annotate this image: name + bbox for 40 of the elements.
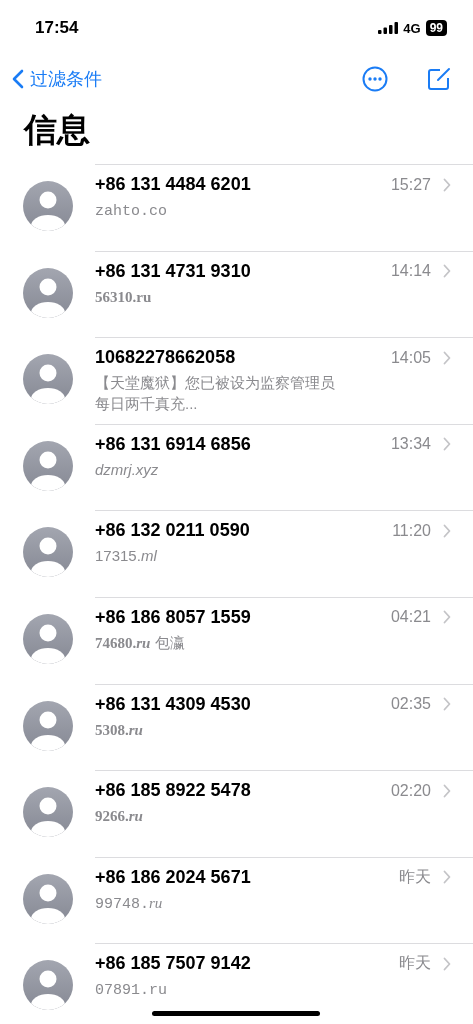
back-button[interactable]: 过滤条件 [12,67,102,91]
battery-indicator: 99 [425,20,447,36]
avatar-icon [22,440,73,491]
signal-icon [378,22,399,34]
back-chevron-icon [12,69,24,89]
chevron-icon [443,783,451,798]
conversation-item[interactable]: +86 186 2024 5671 昨天 99748.ru [95,856,473,944]
conversation-item[interactable]: +86 131 4484 6201 15:27 zahto.co [95,164,473,251]
status-time: 17:54 [35,18,79,38]
avatar-icon [22,354,73,405]
avatar-icon [22,527,73,578]
chevron-icon [443,523,451,538]
compose-icon [426,66,451,92]
chevron-icon [443,350,451,365]
network-label: 4G [403,20,421,36]
avatar-icon [22,873,73,924]
avatar-icon [22,267,73,318]
conversation-item[interactable]: +86 131 6914 6856 13:34 dzmrj.xyz [95,423,473,511]
chevron-icon [443,697,451,712]
conversation-item[interactable]: +86 131 4731 9310 14:14 56310.ru [95,250,473,338]
chevron-icon [443,177,451,192]
conversation-item[interactable]: 10682278662058 14:05 【天堂魔狱】您已被设为监察管理员每日两千真充... [95,337,473,424]
chevron-icon [443,956,451,971]
conversation-item[interactable]: +86 131 4309 4530 02:35 5308.ru [95,683,473,771]
more-button[interactable] [362,66,388,92]
avatar-icon [22,700,73,751]
avatar-icon [22,613,73,664]
conversation-item[interactable]: +86 132 0211 0590 11:20 17315.ml [95,510,473,597]
compose-button[interactable] [426,66,451,92]
conversation-item[interactable]: +86 186 8057 1559 04:21 74680.ru 包瀛 [95,596,473,684]
chevron-icon [443,437,451,452]
chevron-icon [443,264,451,279]
page-title: 信息 [24,110,91,150]
avatar-icon [22,181,73,231]
more-icon [362,66,388,92]
conversation-item[interactable]: +86 185 8922 5478 02:20 9266.ru [95,770,473,857]
avatar-icon [22,787,73,838]
avatar-icon [22,960,73,1011]
chevron-icon [443,610,451,625]
chevron-icon [443,870,451,885]
